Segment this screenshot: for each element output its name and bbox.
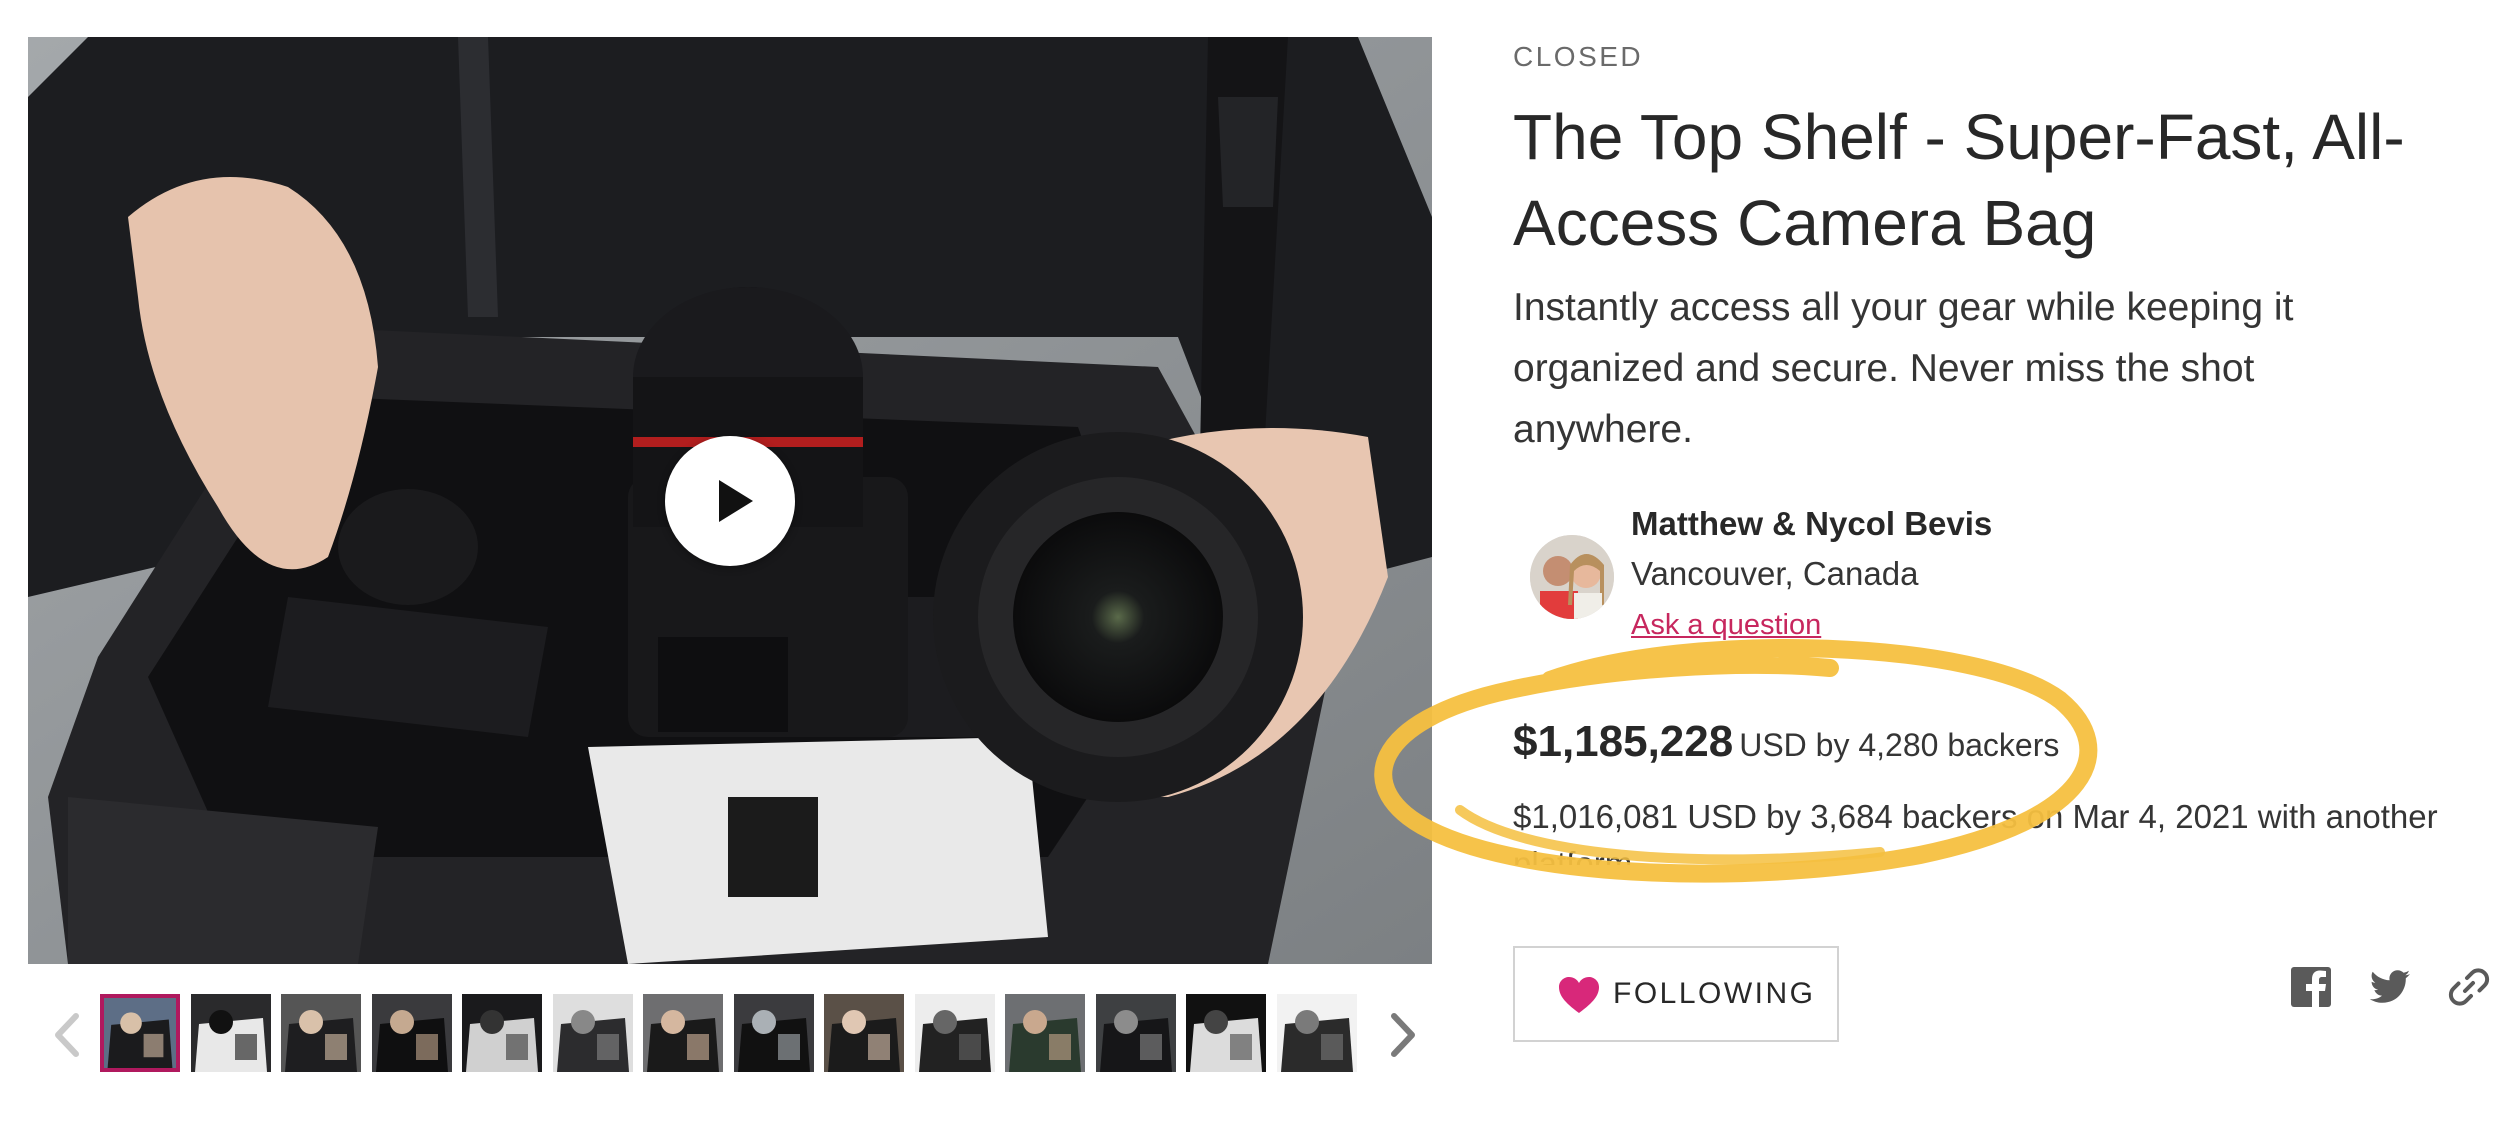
chevron-left-icon xyxy=(55,1013,79,1057)
thumbnail-list xyxy=(100,990,1390,1080)
other-platform-note: $1,016,081 USD by 3,684 backers on Mar 4… xyxy=(1513,798,2438,865)
creator-avatar-image xyxy=(1530,535,1614,619)
creator-avatar[interactable] xyxy=(1530,535,1614,619)
previous-thumbnail-button[interactable] xyxy=(50,1010,84,1060)
thumbnail-image xyxy=(643,994,723,1072)
thumbnail-4[interactable] xyxy=(371,994,452,1072)
thumbnail-8[interactable] xyxy=(733,994,814,1072)
thumbnail-image xyxy=(733,994,814,1072)
thumbnail-14[interactable] xyxy=(1276,994,1357,1072)
play-button[interactable] xyxy=(665,436,795,566)
pledged-amount: $1,185,228 xyxy=(1513,717,1734,766)
next-thumbnail-button[interactable] xyxy=(1386,1010,1420,1060)
thumbnail-5[interactable] xyxy=(462,994,542,1072)
ask-a-question-link[interactable]: Ask a question xyxy=(1631,609,1821,642)
share-facebook-button[interactable] xyxy=(2289,965,2333,1009)
thumbnail-2[interactable] xyxy=(190,994,271,1072)
thumbnail-6[interactable] xyxy=(552,994,633,1072)
creator-info: Matthew & Nycol Bevis Vancouver, Canada … xyxy=(1530,505,2230,645)
follow-button[interactable]: FOLLOWING xyxy=(1513,946,1839,1042)
project-title: The Top Shelf - Super-Fast, All-Access C… xyxy=(1513,101,2405,259)
thumbnail-image xyxy=(552,994,633,1072)
thumbnail-13[interactable] xyxy=(1186,994,1266,1072)
thumbnail-image xyxy=(462,994,542,1072)
twitter-icon xyxy=(2369,970,2410,1003)
thumbnail-image xyxy=(371,994,452,1072)
thumbnail-image xyxy=(1276,994,1357,1072)
thumbnail-image xyxy=(1005,994,1085,1072)
pledged-backers: USD by 4,280 backers xyxy=(1739,727,2060,763)
link-icon xyxy=(2448,968,2490,1006)
creator-name[interactable]: Matthew & Nycol Bevis xyxy=(1631,505,1992,543)
thumbnail-image xyxy=(1095,994,1176,1072)
heart-icon xyxy=(1559,977,1599,1013)
creator-location: Vancouver, Canada xyxy=(1631,555,1919,592)
thumbnail-12[interactable] xyxy=(1095,994,1176,1072)
thumbnail-image xyxy=(824,994,904,1072)
thumbnail-11[interactable] xyxy=(1005,994,1085,1072)
share-twitter-button[interactable] xyxy=(2368,965,2412,1009)
project-video[interactable] xyxy=(28,37,1432,964)
thumbnail-7[interactable] xyxy=(643,994,723,1072)
thumbnail-10[interactable] xyxy=(914,994,995,1072)
thumbnail-3[interactable] xyxy=(281,994,361,1072)
chevron-right-icon xyxy=(1391,1013,1415,1057)
play-icon xyxy=(719,480,753,522)
thumbnail-1[interactable] xyxy=(100,994,180,1072)
thumbnail-9[interactable] xyxy=(824,994,904,1072)
thumbnail-image xyxy=(104,998,176,1068)
pledged-summary: $1,185,228 USD by 4,280 backers xyxy=(1513,717,2059,767)
thumbnail-strip xyxy=(50,990,1420,1080)
copy-link-button[interactable] xyxy=(2447,965,2491,1009)
project-blurb: Instantly access all your gear while kee… xyxy=(1513,286,2294,451)
project-status-label: CLOSED xyxy=(1513,41,1644,72)
thumbnail-image xyxy=(1186,994,1266,1072)
facebook-icon xyxy=(2291,967,2331,1007)
thumbnail-image xyxy=(190,994,271,1072)
thumbnail-image xyxy=(281,994,361,1072)
follow-button-label: FOLLOWING xyxy=(1613,977,1816,1010)
thumbnail-image xyxy=(914,994,995,1072)
